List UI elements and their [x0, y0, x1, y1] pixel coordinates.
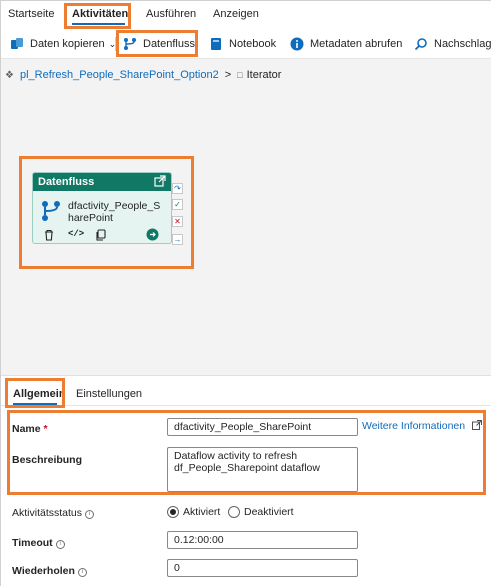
- status-radio-enabled[interactable]: Aktiviert: [167, 506, 220, 518]
- pipeline-icon: ❖: [5, 69, 14, 81]
- retry-label: Wiederholen i: [12, 565, 87, 577]
- copy-data-icon: [10, 37, 24, 51]
- timeout-field[interactable]: [167, 531, 358, 549]
- status-label-text: Aktivitätsstatus: [12, 507, 83, 519]
- status-option-disabled: Deaktiviert: [244, 506, 294, 518]
- notebook-label: Notebook: [229, 38, 277, 50]
- breadcrumb-separator: >: [224, 69, 232, 81]
- timeout-label-text: Timeout: [12, 537, 53, 549]
- retry-label-text: Wiederholen: [12, 565, 75, 577]
- search-icon: [414, 37, 428, 51]
- iterator-icon: □: [237, 70, 243, 80]
- notebook-button[interactable]: Notebook: [209, 36, 276, 52]
- retry-field[interactable]: [167, 559, 358, 577]
- radio-selected-indicator: [167, 506, 179, 518]
- highlight-general-fields: [7, 410, 486, 495]
- highlight-dataflow-button: [116, 30, 198, 57]
- status-option-enabled: Aktiviert: [183, 506, 221, 518]
- get-metadata-label: Metadaten abrufen: [310, 38, 403, 50]
- status-label: Aktivitätsstatus i: [12, 507, 95, 519]
- info-icon: i: [55, 540, 65, 549]
- tab-home[interactable]: Startseite: [8, 8, 54, 20]
- info-icon: i: [85, 510, 95, 519]
- tab-settings[interactable]: Einstellungen: [76, 388, 142, 400]
- status-radio-disabled[interactable]: Deaktiviert: [228, 506, 294, 518]
- lookup-button[interactable]: Nachschlage: [414, 36, 491, 52]
- info-icon: i: [77, 568, 87, 577]
- timeout-label: Timeout i: [12, 537, 65, 549]
- highlight-activity-card: [19, 156, 194, 269]
- toolbar: Daten kopieren ⌄ Datenfluss Notebook Met…: [1, 29, 491, 59]
- radio-indicator: [228, 506, 240, 518]
- copy-data-button[interactable]: Daten kopieren ⌄: [10, 36, 116, 52]
- breadcrumb-current: Iterator: [246, 69, 282, 81]
- tab-divider: [1, 405, 491, 406]
- lookup-label: Nachschlage: [434, 38, 491, 50]
- get-metadata-button[interactable]: Metadaten abrufen: [290, 36, 402, 52]
- breadcrumb: ❖ pl_Refresh_People_SharePoint_Option2 >…: [5, 67, 281, 83]
- tab-view[interactable]: Anzeigen: [213, 8, 259, 20]
- highlight-activities-tab: [64, 3, 131, 29]
- info-icon: [290, 37, 304, 51]
- highlight-general-tab: [5, 378, 65, 408]
- copy-data-label: Daten kopieren: [30, 38, 105, 50]
- notebook-icon: [209, 37, 223, 51]
- breadcrumb-pipeline-link[interactable]: pl_Refresh_People_SharePoint_Option2: [20, 69, 219, 81]
- tab-run[interactable]: Ausführen: [146, 8, 196, 20]
